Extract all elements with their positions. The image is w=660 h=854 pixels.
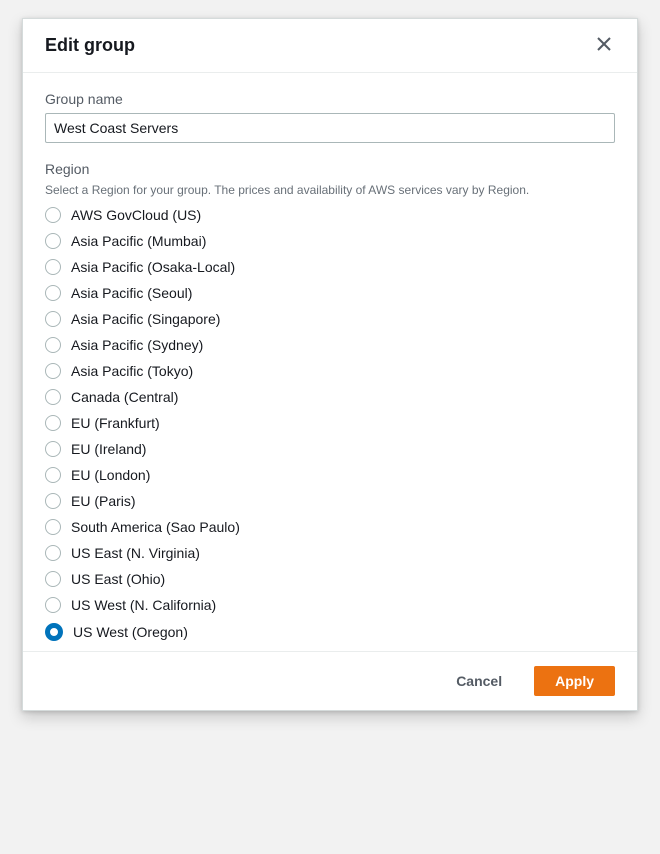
- region-option[interactable]: US East (Ohio): [45, 571, 615, 587]
- region-label: Region: [45, 161, 615, 177]
- radio-icon: [45, 233, 61, 249]
- radio-icon: [45, 597, 61, 613]
- region-helper-text: Select a Region for your group. The pric…: [45, 183, 615, 197]
- region-option-label: Asia Pacific (Osaka-Local): [71, 259, 235, 275]
- radio-icon: [45, 467, 61, 483]
- radio-icon: [45, 545, 61, 561]
- region-option-label: US West (N. California): [71, 597, 216, 613]
- radio-icon: [45, 493, 61, 509]
- close-icon: [597, 37, 611, 54]
- modal-footer: Cancel Apply: [23, 651, 637, 710]
- region-option[interactable]: US East (N. Virginia): [45, 545, 615, 561]
- radio-icon: [45, 311, 61, 327]
- region-option[interactable]: EU (Frankfurt): [45, 415, 615, 431]
- radio-icon: [45, 571, 61, 587]
- region-option[interactable]: EU (London): [45, 467, 615, 483]
- region-option-label: Asia Pacific (Sydney): [71, 337, 203, 353]
- region-option-label: EU (Frankfurt): [71, 415, 160, 431]
- region-option[interactable]: US West (Oregon): [45, 623, 615, 641]
- region-option-label: Canada (Central): [71, 389, 178, 405]
- radio-icon: [45, 285, 61, 301]
- radio-icon: [45, 363, 61, 379]
- region-option[interactable]: EU (Ireland): [45, 441, 615, 457]
- edit-group-modal: Edit group Group name Region Select a Re…: [22, 18, 638, 711]
- region-option[interactable]: EU (Paris): [45, 493, 615, 509]
- close-button[interactable]: [593, 33, 615, 58]
- region-option-label: EU (London): [71, 467, 150, 483]
- radio-icon: [45, 623, 63, 641]
- cancel-button[interactable]: Cancel: [436, 667, 522, 695]
- radio-icon: [45, 415, 61, 431]
- radio-icon: [45, 259, 61, 275]
- region-option[interactable]: Canada (Central): [45, 389, 615, 405]
- apply-button[interactable]: Apply: [534, 666, 615, 696]
- region-option[interactable]: US West (N. California): [45, 597, 615, 613]
- modal-title: Edit group: [45, 35, 135, 56]
- region-option-label: AWS GovCloud (US): [71, 207, 201, 223]
- region-option-label: Asia Pacific (Seoul): [71, 285, 192, 301]
- region-option[interactable]: Asia Pacific (Seoul): [45, 285, 615, 301]
- region-option-label: Asia Pacific (Tokyo): [71, 363, 193, 379]
- radio-icon: [45, 207, 61, 223]
- region-option-label: US East (N. Virginia): [71, 545, 200, 561]
- radio-icon: [45, 441, 61, 457]
- region-option-label: US East (Ohio): [71, 571, 165, 587]
- region-option-label: US West (Oregon): [73, 624, 188, 640]
- group-name-input[interactable]: [45, 113, 615, 143]
- group-name-label: Group name: [45, 91, 615, 107]
- radio-icon: [45, 389, 61, 405]
- region-option[interactable]: Asia Pacific (Tokyo): [45, 363, 615, 379]
- region-radio-list: AWS GovCloud (US) Asia Pacific (Mumbai) As…: [45, 207, 615, 641]
- region-option[interactable]: AWS GovCloud (US): [45, 207, 615, 223]
- region-option-label: South America (Sao Paulo): [71, 519, 240, 535]
- region-option[interactable]: South America (Sao Paulo): [45, 519, 615, 535]
- region-option[interactable]: Asia Pacific (Sydney): [45, 337, 615, 353]
- region-option-label: Asia Pacific (Mumbai): [71, 233, 206, 249]
- modal-body: Group name Region Select a Region for yo…: [23, 73, 637, 651]
- modal-header: Edit group: [23, 19, 637, 73]
- region-option-label: EU (Paris): [71, 493, 136, 509]
- region-option[interactable]: Asia Pacific (Osaka-Local): [45, 259, 615, 275]
- region-option-label: Asia Pacific (Singapore): [71, 311, 220, 327]
- region-option-label: EU (Ireland): [71, 441, 146, 457]
- radio-icon: [45, 519, 61, 535]
- region-option[interactable]: Asia Pacific (Singapore): [45, 311, 615, 327]
- radio-icon: [45, 337, 61, 353]
- region-option[interactable]: Asia Pacific (Mumbai): [45, 233, 615, 249]
